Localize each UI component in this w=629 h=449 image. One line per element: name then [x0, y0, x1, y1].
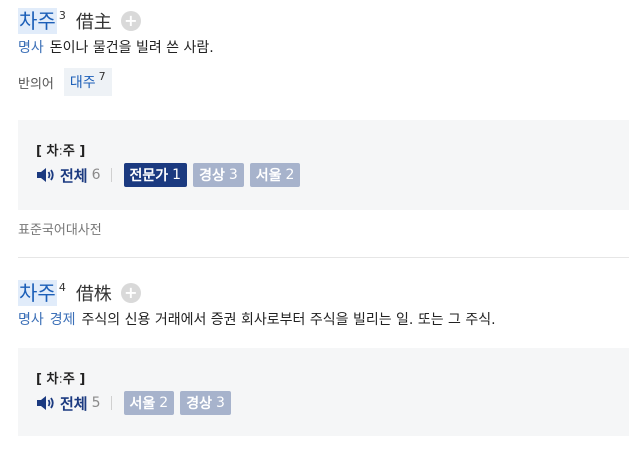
tag-count: 2: [159, 395, 169, 411]
antonym-label: 반의어: [18, 76, 54, 92]
audio-row: 전체 6 전문가 1 경상 3 서울 2: [36, 162, 629, 188]
tag-gyeongsang[interactable]: 경상 3: [193, 163, 244, 187]
antonym-row: 반의어 대주 7: [18, 68, 629, 96]
tag-label: 전문가: [129, 168, 169, 184]
pronunciation-box: [ 차:주 ] 전체 6 전문가 1 경상 3 서울 2: [18, 120, 629, 210]
plus-circle-icon[interactable]: +: [120, 11, 141, 31]
pron-syllable: 차: [46, 144, 59, 159]
speaker-icon[interactable]: [36, 395, 56, 411]
definition-text: 주식의 신용 거래에서 증권 회사로부터 주식을 빌리는 일. 또는 그 주식.: [81, 312, 496, 328]
divider: [110, 396, 112, 410]
all-pronunciations-label[interactable]: 전체: [60, 165, 88, 186]
homograph-number: 4: [58, 280, 66, 294]
pronunciation-text: [ 차:주 ]: [36, 120, 629, 162]
definition-row: 명사 돈이나 물건을 빌려 쓴 사람.: [18, 37, 629, 59]
tag-label: 서울: [129, 396, 156, 412]
entry-divider: [18, 257, 629, 258]
all-pronunciations-count: 6: [91, 167, 101, 183]
tag-seoul[interactable]: 서울 2: [249, 163, 301, 187]
hanja[interactable]: 借株: [76, 280, 112, 306]
tag-count: 1: [172, 167, 182, 183]
entry-title-row: 차주 3 借主 +: [18, 6, 629, 36]
tag-label: 서울: [255, 168, 282, 184]
part-of-speech: 명사: [18, 312, 44, 328]
headword[interactable]: 차주: [18, 8, 57, 34]
tag-count: 3: [215, 395, 225, 411]
speaker-icon[interactable]: [36, 167, 56, 183]
pron-syllable: 주: [62, 372, 75, 387]
all-pronunciations-count: 5: [91, 395, 101, 411]
tag-label: 경상: [199, 168, 225, 184]
antonym-homograph: 7: [98, 69, 106, 83]
divider: [110, 168, 112, 182]
tag-seoul[interactable]: 서울 2: [123, 391, 175, 415]
antonym-word: 대주: [69, 75, 96, 91]
pronunciation-box: [ 차:주 ] 전체 5 서울 2 경상 3: [18, 348, 629, 436]
hanja[interactable]: 借主: [76, 8, 112, 34]
pronunciation-text: [ 차:주 ]: [36, 348, 629, 390]
bracket-open: [: [36, 144, 47, 159]
entry-title-row: 차주 4 借株 +: [18, 278, 629, 308]
plus-circle-icon[interactable]: +: [120, 283, 141, 303]
entry-chaju-3: 차주 3 借主 + 명사 돈이나 물건을 빌려 쓴 사람. 반의어 대주 7: [18, 6, 629, 96]
pron-syllable: 차: [46, 372, 59, 387]
audio-row: 전체 5 서울 2 경상 3: [36, 390, 629, 416]
all-pronunciations-label[interactable]: 전체: [60, 393, 88, 414]
bracket-close: ]: [74, 372, 86, 387]
tag-count: 3: [228, 167, 238, 183]
tag-label: 경상: [186, 396, 212, 412]
bracket-open: [: [36, 372, 47, 387]
definition-row: 명사 경제 주식의 신용 거래에서 증권 회사로부터 주식을 빌리는 일. 또는 그…: [18, 309, 629, 331]
bracket-close: ]: [74, 144, 86, 159]
pron-syllable: 주: [62, 144, 75, 159]
definition-text: 돈이나 물건을 빌려 쓴 사람.: [49, 40, 214, 56]
headword[interactable]: 차주: [18, 280, 57, 306]
antonym-link[interactable]: 대주 7: [63, 68, 112, 96]
dictionary-source[interactable]: 표준국어대사전: [18, 219, 102, 238]
field-label: 경제: [49, 312, 76, 328]
tag-count: 2: [285, 167, 295, 183]
part-of-speech: 명사: [18, 40, 44, 56]
homograph-number: 3: [58, 8, 66, 22]
tag-gyeongsang[interactable]: 경상 3: [180, 391, 231, 415]
tag-expert[interactable]: 전문가 1: [123, 163, 188, 187]
entry-chaju-4: 차주 4 借株 + 명사 경제 주식의 신용 거래에서 증권 회사로부터 주식을 빌…: [18, 278, 629, 331]
